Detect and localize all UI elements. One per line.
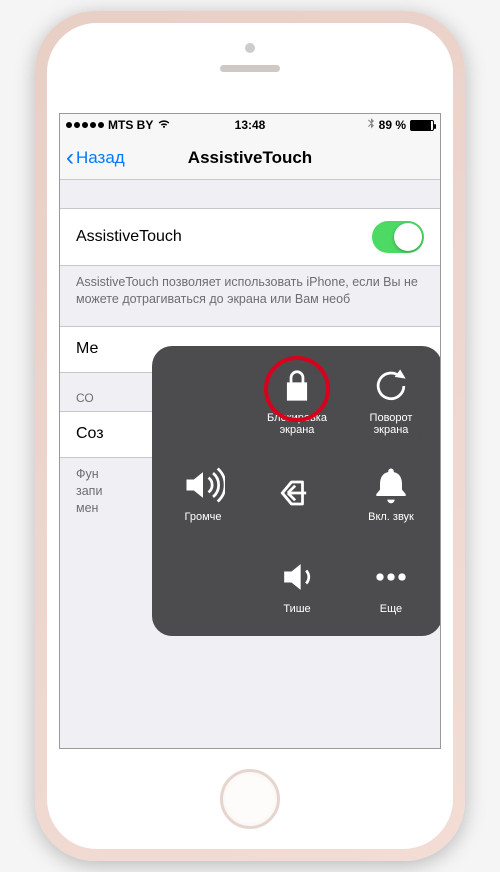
speaker-grille bbox=[220, 65, 280, 72]
at-rotate-label: Поворот экрана bbox=[370, 412, 413, 437]
more-icon bbox=[369, 555, 413, 599]
back-label: Назад bbox=[76, 148, 125, 168]
back-button[interactable]: ‹ Назад bbox=[60, 146, 131, 170]
phone-top-bezel bbox=[47, 23, 453, 113]
home-button[interactable] bbox=[220, 769, 280, 829]
assistivetouch-menu: Блокировка экрана Поворот экрана Громче bbox=[152, 346, 441, 636]
at-back[interactable] bbox=[250, 447, 344, 540]
toggle-description: AssistiveTouch позволяет использовать iP… bbox=[60, 266, 440, 326]
battery-pct: 89 % bbox=[379, 118, 406, 132]
back-arrow-icon bbox=[275, 471, 319, 515]
status-bar: MTS BY 13:48 89 % bbox=[60, 114, 440, 136]
at-volume-down[interactable]: Тише bbox=[250, 539, 344, 632]
phone-frame: MTS BY 13:48 89 % bbox=[35, 11, 465, 861]
at-voldown-label: Тише bbox=[283, 603, 310, 616]
toggle-switch[interactable] bbox=[372, 221, 424, 253]
carrier-label: MTS BY bbox=[108, 118, 153, 132]
volume-up-icon bbox=[181, 463, 225, 507]
at-volup-label: Громче bbox=[185, 511, 222, 524]
status-left: MTS BY bbox=[66, 118, 171, 132]
battery-icon bbox=[410, 120, 434, 131]
at-volume-up[interactable]: Громче bbox=[156, 447, 250, 540]
at-rotate-screen[interactable]: Поворот экрана bbox=[344, 354, 438, 447]
phone-bezel: MTS BY 13:48 89 % bbox=[47, 23, 453, 849]
wifi-icon bbox=[157, 118, 171, 132]
signal-icon bbox=[66, 122, 104, 128]
screen: MTS BY 13:48 89 % bbox=[59, 113, 441, 749]
create-row-label: Соз bbox=[76, 425, 104, 443]
front-camera bbox=[245, 43, 255, 53]
nav-bar: ‹ Назад AssistiveTouch bbox=[60, 136, 440, 180]
at-more[interactable]: Еще bbox=[344, 539, 438, 632]
at-sound-label: Вкл. звук bbox=[368, 511, 414, 524]
menu-row-label: Ме bbox=[76, 340, 98, 358]
chevron-left-icon: ‹ bbox=[66, 146, 74, 170]
at-sound-on[interactable]: Вкл. звук bbox=[344, 447, 438, 540]
status-right: 89 % bbox=[367, 118, 434, 133]
assistivetouch-toggle-row[interactable]: AssistiveTouch bbox=[60, 208, 440, 266]
at-lock-screen[interactable]: Блокировка экрана bbox=[250, 354, 344, 447]
volume-down-icon bbox=[275, 555, 319, 599]
at-more-label: Еще bbox=[380, 603, 402, 616]
bluetooth-icon bbox=[367, 118, 375, 133]
toggle-label: AssistiveTouch bbox=[76, 228, 182, 246]
at-lock-label: Блокировка экрана bbox=[267, 412, 327, 437]
rotate-icon bbox=[369, 364, 413, 408]
bell-icon bbox=[369, 463, 413, 507]
lock-icon bbox=[275, 364, 319, 408]
